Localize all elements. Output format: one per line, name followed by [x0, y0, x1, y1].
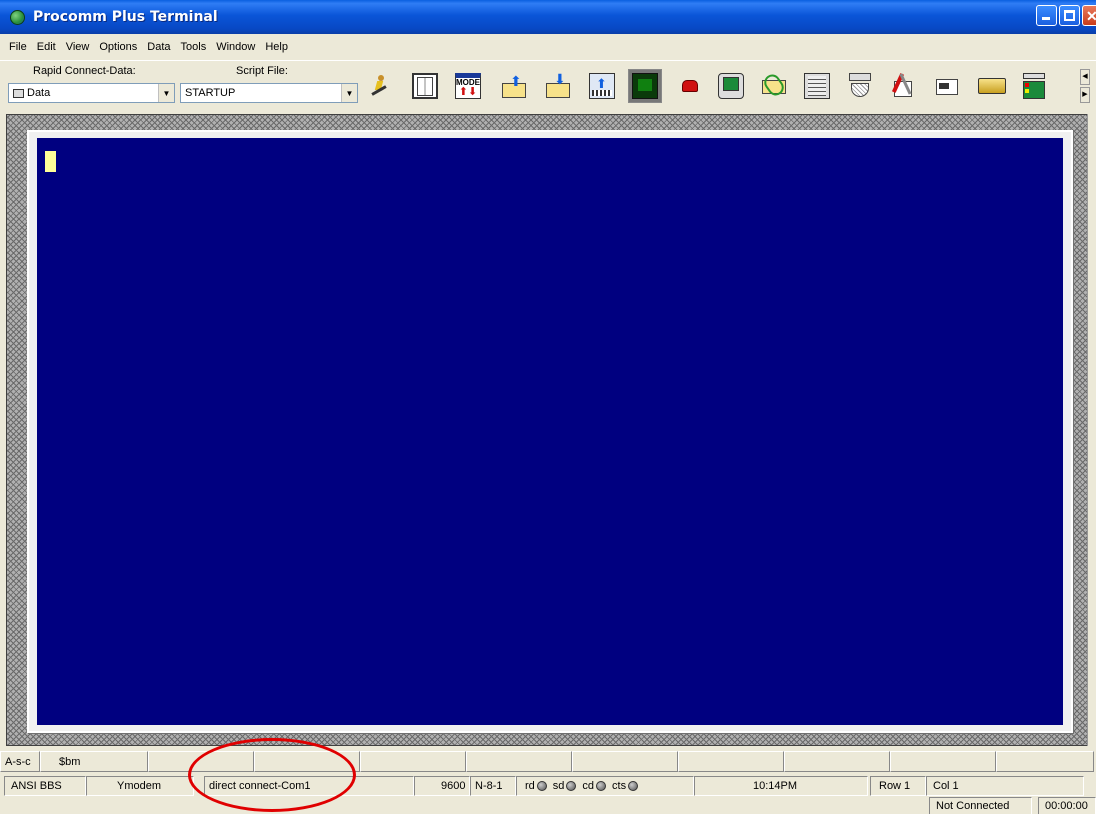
text-cursor: [45, 151, 56, 172]
monitor-icon: [718, 73, 744, 99]
menu-view[interactable]: View: [61, 41, 95, 53]
receive-file-icon: ⬇: [544, 71, 572, 99]
sd-led-icon: [566, 781, 577, 791]
print-icon: [804, 73, 830, 99]
data-icon: [13, 88, 24, 98]
phone-icon: [682, 80, 698, 92]
terminal-screen[interactable]: [37, 138, 1063, 725]
baud-status[interactable]: 9600: [414, 776, 470, 796]
send-file-button[interactable]: ⬆: [497, 69, 531, 103]
vertical-scrollbar[interactable]: [1087, 114, 1096, 746]
terminal-area: [6, 114, 1090, 746]
setup-icon: [890, 73, 916, 99]
attach-button[interactable]: [757, 69, 791, 103]
menu-help[interactable]: Help: [260, 41, 293, 53]
meta-keys-bar: A-s-c $bm: [0, 751, 1096, 772]
meta-key-6[interactable]: [466, 751, 572, 772]
title-bar: Procomm Plus Terminal ✕: [0, 0, 1096, 34]
minimize-button[interactable]: [1036, 5, 1057, 26]
minimize-icon: [1042, 17, 1050, 20]
rapid-connect-value: Data: [27, 87, 51, 99]
meta-key-7[interactable]: [572, 751, 678, 772]
col-status: Col 1: [926, 776, 1084, 796]
maximize-icon: [1064, 10, 1075, 21]
upload-button[interactable]: ⬆: [585, 69, 619, 103]
meta-key-5[interactable]: [360, 751, 466, 772]
cts-label: cts: [612, 780, 627, 792]
protocol-status[interactable]: Ymodem: [86, 776, 194, 796]
meta-key-10[interactable]: [890, 751, 996, 772]
phone-button[interactable]: [673, 69, 707, 103]
script-icon: [934, 75, 960, 97]
upload-icon: ⬆: [589, 73, 615, 99]
highlight-ellipse: [188, 738, 356, 812]
menu-tools[interactable]: Tools: [176, 41, 212, 53]
meta-key-11[interactable]: [996, 751, 1094, 772]
meta-key-1[interactable]: A-s-c: [0, 751, 40, 772]
parity-status[interactable]: N-8-1: [470, 776, 516, 796]
phonebook-icon: [412, 73, 438, 99]
emulation-status[interactable]: ANSI BBS: [4, 776, 86, 796]
row-status: Row 1: [870, 776, 926, 796]
clock-status: 10:14PM: [694, 776, 868, 796]
runner-button[interactable]: [363, 69, 397, 103]
runner-icon: [367, 73, 393, 99]
line-indicators: rd sd cd cts: [516, 776, 694, 796]
attach-icon: [760, 71, 788, 99]
close-button[interactable]: ✕: [1082, 5, 1096, 26]
connection-state: Not Connected: [929, 797, 1032, 814]
meta-key-8[interactable]: [678, 751, 784, 772]
script-button[interactable]: [930, 69, 964, 103]
elapsed-time: 00:00:00: [1038, 797, 1096, 814]
phonebook-button[interactable]: [408, 69, 442, 103]
menu-file[interactable]: File: [4, 41, 32, 53]
terminal-frame: [27, 130, 1073, 733]
rd-label: rd: [525, 780, 535, 792]
menu-data[interactable]: Data: [142, 41, 175, 53]
print-button[interactable]: [800, 69, 834, 103]
mode-icon: MODE ⬆⬇: [455, 73, 481, 99]
rapid-connect-combo[interactable]: Data ▼: [8, 83, 175, 103]
rapid-connect-dropdown-icon[interactable]: ▼: [158, 84, 174, 102]
status-bar: ANSI BBS Ymodem direct connect-Com1 9600…: [0, 776, 1096, 796]
capture-icon: [847, 73, 873, 99]
terminal-button[interactable]: [628, 69, 662, 103]
toolbar-scroll[interactable]: ◀ ▶: [1080, 69, 1090, 103]
cts-led-icon: [628, 781, 639, 791]
maximize-button[interactable]: [1059, 5, 1080, 26]
capture-button[interactable]: [843, 69, 877, 103]
script-file-label: Script File:: [236, 65, 288, 77]
script-file-dropdown-icon[interactable]: ▼: [341, 84, 357, 102]
close-icon: ✕: [1086, 8, 1096, 24]
toolbar-scroll-right-icon[interactable]: ▶: [1080, 87, 1090, 103]
modem-button[interactable]: [1017, 69, 1051, 103]
rapid-connect-label: Rapid Connect-Data:: [33, 65, 136, 77]
meta-key-2[interactable]: $bm: [40, 751, 148, 772]
monitor-button[interactable]: [714, 69, 748, 103]
modem-icon: [1021, 71, 1047, 101]
menu-edit[interactable]: Edit: [32, 41, 61, 53]
script-file-value: STARTUP: [185, 87, 236, 99]
mode-button[interactable]: MODE ⬆⬇: [451, 69, 485, 103]
receive-file-button[interactable]: ⬇: [541, 69, 575, 103]
window-title: Procomm Plus Terminal: [33, 9, 218, 25]
tape-icon: [978, 78, 1006, 94]
setup-button[interactable]: [886, 69, 920, 103]
app-globe-icon: [9, 8, 27, 26]
menu-window[interactable]: Window: [211, 41, 260, 53]
connection-bar: Not Connected 00:00:00: [0, 797, 1096, 814]
meta-key-9[interactable]: [784, 751, 890, 772]
menu-bar: File Edit View Options Data Tools Window…: [0, 37, 293, 56]
cd-led-icon: [596, 781, 607, 791]
toolbar: Rapid Connect-Data: Data ▼ Script File: …: [0, 60, 1096, 112]
sd-label: sd: [552, 780, 565, 792]
rd-led-icon: [536, 781, 547, 791]
terminal-icon: [632, 73, 658, 99]
script-file-combo[interactable]: STARTUP ▼: [180, 83, 358, 103]
menu-options[interactable]: Options: [94, 41, 142, 53]
cd-label: cd: [582, 780, 595, 792]
toolbar-scroll-left-icon[interactable]: ◀: [1080, 69, 1090, 85]
send-file-icon: ⬆: [500, 73, 528, 99]
tape-button[interactable]: [975, 69, 1009, 103]
